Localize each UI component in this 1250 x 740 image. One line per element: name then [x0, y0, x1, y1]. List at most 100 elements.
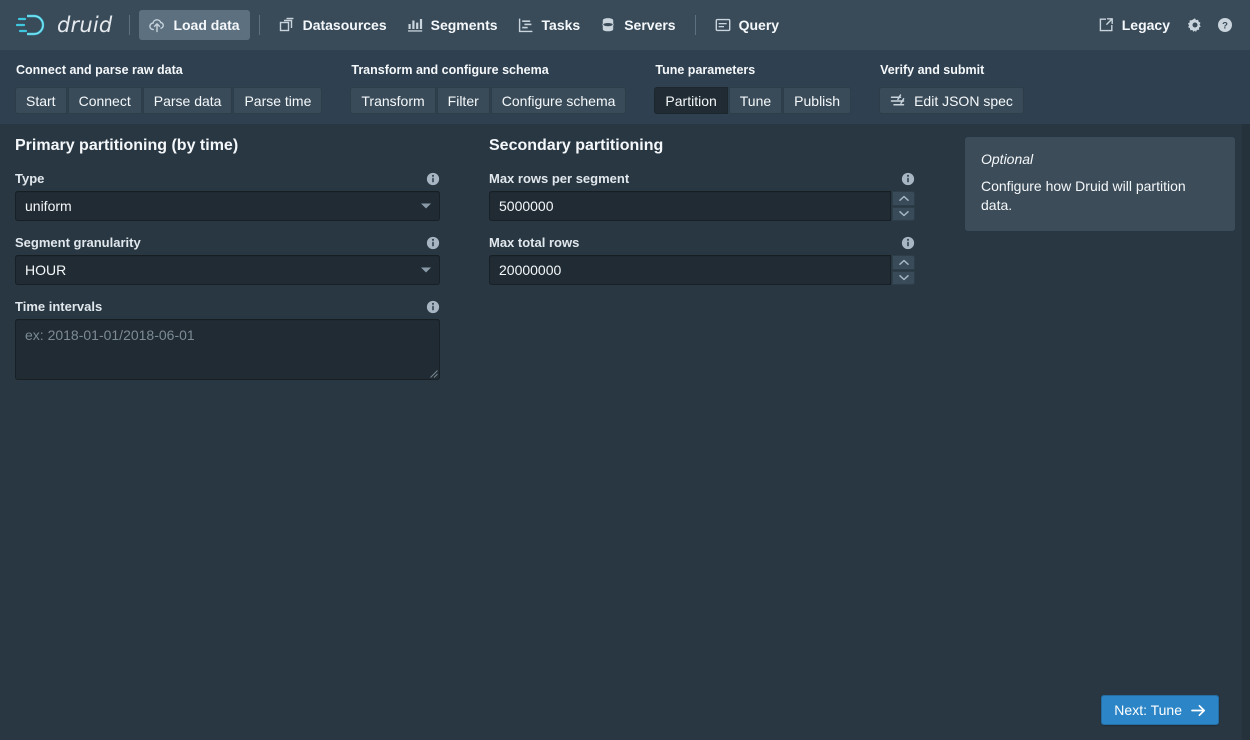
- field-max-rows-per-segment-label-row: Max rows per segment: [489, 171, 915, 186]
- step-button-parse-data[interactable]: Parse data: [142, 87, 233, 114]
- chevron-down-icon: [898, 275, 909, 281]
- application-icon: [715, 18, 731, 32]
- field-max-rows-per-segment: Max rows per segment 5000000: [489, 171, 915, 221]
- nav-item-load-data[interactable]: Load data: [139, 10, 250, 40]
- step-button-configure-schema[interactable]: Configure schema: [490, 87, 627, 114]
- max-rows-per-segment-stepper: 5000000: [489, 191, 915, 221]
- step-button-transform[interactable]: Transform: [350, 87, 436, 114]
- step-button-start[interactable]: Start: [15, 87, 67, 114]
- nav-item-servers-label: Servers: [624, 17, 676, 33]
- field-max-rows-per-segment-label: Max rows per segment: [489, 171, 630, 186]
- cloud-upload-icon: [149, 19, 165, 33]
- primary-partitioning-section: Primary partitioning (by time) Type unif…: [15, 137, 440, 394]
- chevron-down-icon: [898, 211, 909, 217]
- bar-chart-icon: [407, 19, 422, 32]
- edit-json-spec-button[interactable]: Edit JSON spec: [879, 87, 1024, 114]
- max-total-rows-stepper: 20000000: [489, 255, 915, 285]
- step-group-tune: Tune parameters Partition Tune Publish: [654, 63, 852, 114]
- multi-select-icon: [279, 17, 293, 32]
- info-callout-section: Optional Configure how Druid will partit…: [965, 137, 1235, 231]
- max-rows-per-segment-decrement[interactable]: [892, 206, 915, 221]
- step-group-verify-title: Verify and submit: [880, 63, 985, 77]
- step-button-parse-time[interactable]: Parse time: [233, 87, 323, 114]
- help-icon: ?: [1218, 18, 1232, 32]
- step-group-connect-title: Connect and parse raw data: [16, 63, 183, 77]
- chevron-down-icon: [421, 203, 431, 209]
- share-external-icon: [1099, 18, 1113, 32]
- time-intervals-placeholder: ex: 2018-01-01/2018-06-01: [25, 327, 195, 343]
- step-button-filter[interactable]: Filter: [436, 87, 490, 114]
- navbar-divider-2: [258, 15, 260, 35]
- field-time-intervals-label-row: Time intervals: [15, 299, 440, 314]
- step-group-verify: Verify and submit Edit JSON spec: [879, 63, 1024, 114]
- nav-item-servers[interactable]: Servers: [590, 10, 685, 40]
- field-max-total-rows: Max total rows 20000000: [489, 235, 915, 285]
- navbar: druid Load data Datasources Segments Tas…: [0, 0, 1250, 50]
- step-button-publish[interactable]: Publish: [783, 87, 852, 114]
- type-select-value: uniform: [25, 198, 72, 214]
- step-group-transform-title: Transform and configure schema: [351, 63, 549, 77]
- edit-json-spec-label: Edit JSON spec: [914, 92, 1013, 109]
- info-sign-icon[interactable]: [426, 236, 440, 250]
- right-gutter: [1242, 124, 1250, 740]
- next-tune-label: Next: Tune: [1114, 702, 1182, 718]
- info-sign-icon[interactable]: [901, 236, 915, 250]
- svg-text:?: ?: [1222, 21, 1228, 32]
- step-button-connect[interactable]: Connect: [67, 87, 142, 114]
- step-group-transform-buttons: Transform Filter Configure schema: [350, 87, 627, 114]
- field-type: Type uniform: [15, 171, 440, 221]
- nav-item-legacy[interactable]: Legacy: [1088, 10, 1180, 40]
- nav-item-segments[interactable]: Segments: [397, 10, 508, 40]
- max-total-rows-decrement[interactable]: [892, 270, 915, 285]
- settings-button[interactable]: [1180, 10, 1210, 40]
- nav-item-datasources[interactable]: Datasources: [269, 10, 397, 40]
- field-segment-granularity: Segment granularity HOUR: [15, 235, 440, 285]
- info-sign-icon[interactable]: [426, 172, 440, 186]
- druid-logo-text: druid: [57, 13, 113, 37]
- navbar-divider-1: [129, 15, 131, 35]
- database-icon: [602, 18, 614, 32]
- info-sign-icon[interactable]: [426, 300, 440, 314]
- chevron-up-icon: [898, 195, 909, 201]
- step-group-connect-buttons: Start Connect Parse data Parse time: [15, 87, 323, 114]
- nav-item-query[interactable]: Query: [705, 10, 789, 40]
- max-rows-per-segment-input[interactable]: 5000000: [489, 191, 891, 221]
- nav-item-load-data-label: Load data: [173, 17, 240, 33]
- nav-item-tasks[interactable]: Tasks: [508, 10, 591, 40]
- step-button-tune[interactable]: Tune: [728, 87, 783, 114]
- primary-partitioning-title: Primary partitioning (by time): [15, 137, 239, 154]
- segment-granularity-value: HOUR: [25, 262, 67, 278]
- field-type-label: Type: [15, 171, 45, 186]
- field-segment-granularity-label-row: Segment granularity: [15, 235, 440, 250]
- optional-callout-heading: Optional: [981, 151, 1034, 167]
- next-tune-button[interactable]: Next: Tune: [1101, 695, 1219, 725]
- help-button[interactable]: ?: [1210, 10, 1240, 40]
- step-group-tune-title: Tune parameters: [655, 63, 756, 77]
- nav-item-query-label: Query: [738, 17, 780, 33]
- max-total-rows-buttons: [892, 255, 915, 285]
- type-select[interactable]: uniform: [15, 191, 440, 221]
- nav-item-datasources-label: Datasources: [302, 17, 387, 33]
- field-segment-granularity-label: Segment granularity: [15, 235, 141, 250]
- partition-content-area: Primary partitioning (by time) Type unif…: [0, 124, 1242, 740]
- step-group-tune-buttons: Partition Tune Publish: [654, 87, 852, 114]
- secondary-partitioning-title: Secondary partitioning: [489, 137, 664, 154]
- step-group-transform: Transform and configure schema Transform…: [350, 63, 627, 114]
- max-total-rows-increment[interactable]: [892, 255, 915, 270]
- info-sign-icon[interactable]: [901, 172, 915, 186]
- optional-callout: Optional Configure how Druid will partit…: [965, 137, 1235, 231]
- field-type-label-row: Type: [15, 171, 440, 186]
- resize-handle-icon[interactable]: [429, 369, 438, 378]
- max-total-rows-input[interactable]: 20000000: [489, 255, 891, 285]
- chevron-up-icon: [898, 259, 909, 265]
- druid-logo-icon: [16, 14, 45, 36]
- step-button-partition[interactable]: Partition: [654, 87, 728, 114]
- max-rows-per-segment-increment[interactable]: [892, 191, 915, 206]
- time-intervals-textarea[interactable]: ex: 2018-01-01/2018-06-01: [15, 319, 440, 380]
- druid-logo[interactable]: druid: [10, 12, 120, 38]
- field-max-total-rows-label: Max total rows: [489, 235, 580, 250]
- secondary-partitioning-section: Secondary partitioning Max rows per segm…: [489, 137, 915, 299]
- navbar-divider-3: [694, 15, 696, 35]
- segment-granularity-select[interactable]: HOUR: [15, 255, 440, 285]
- nav-item-legacy-label: Legacy: [1121, 17, 1170, 33]
